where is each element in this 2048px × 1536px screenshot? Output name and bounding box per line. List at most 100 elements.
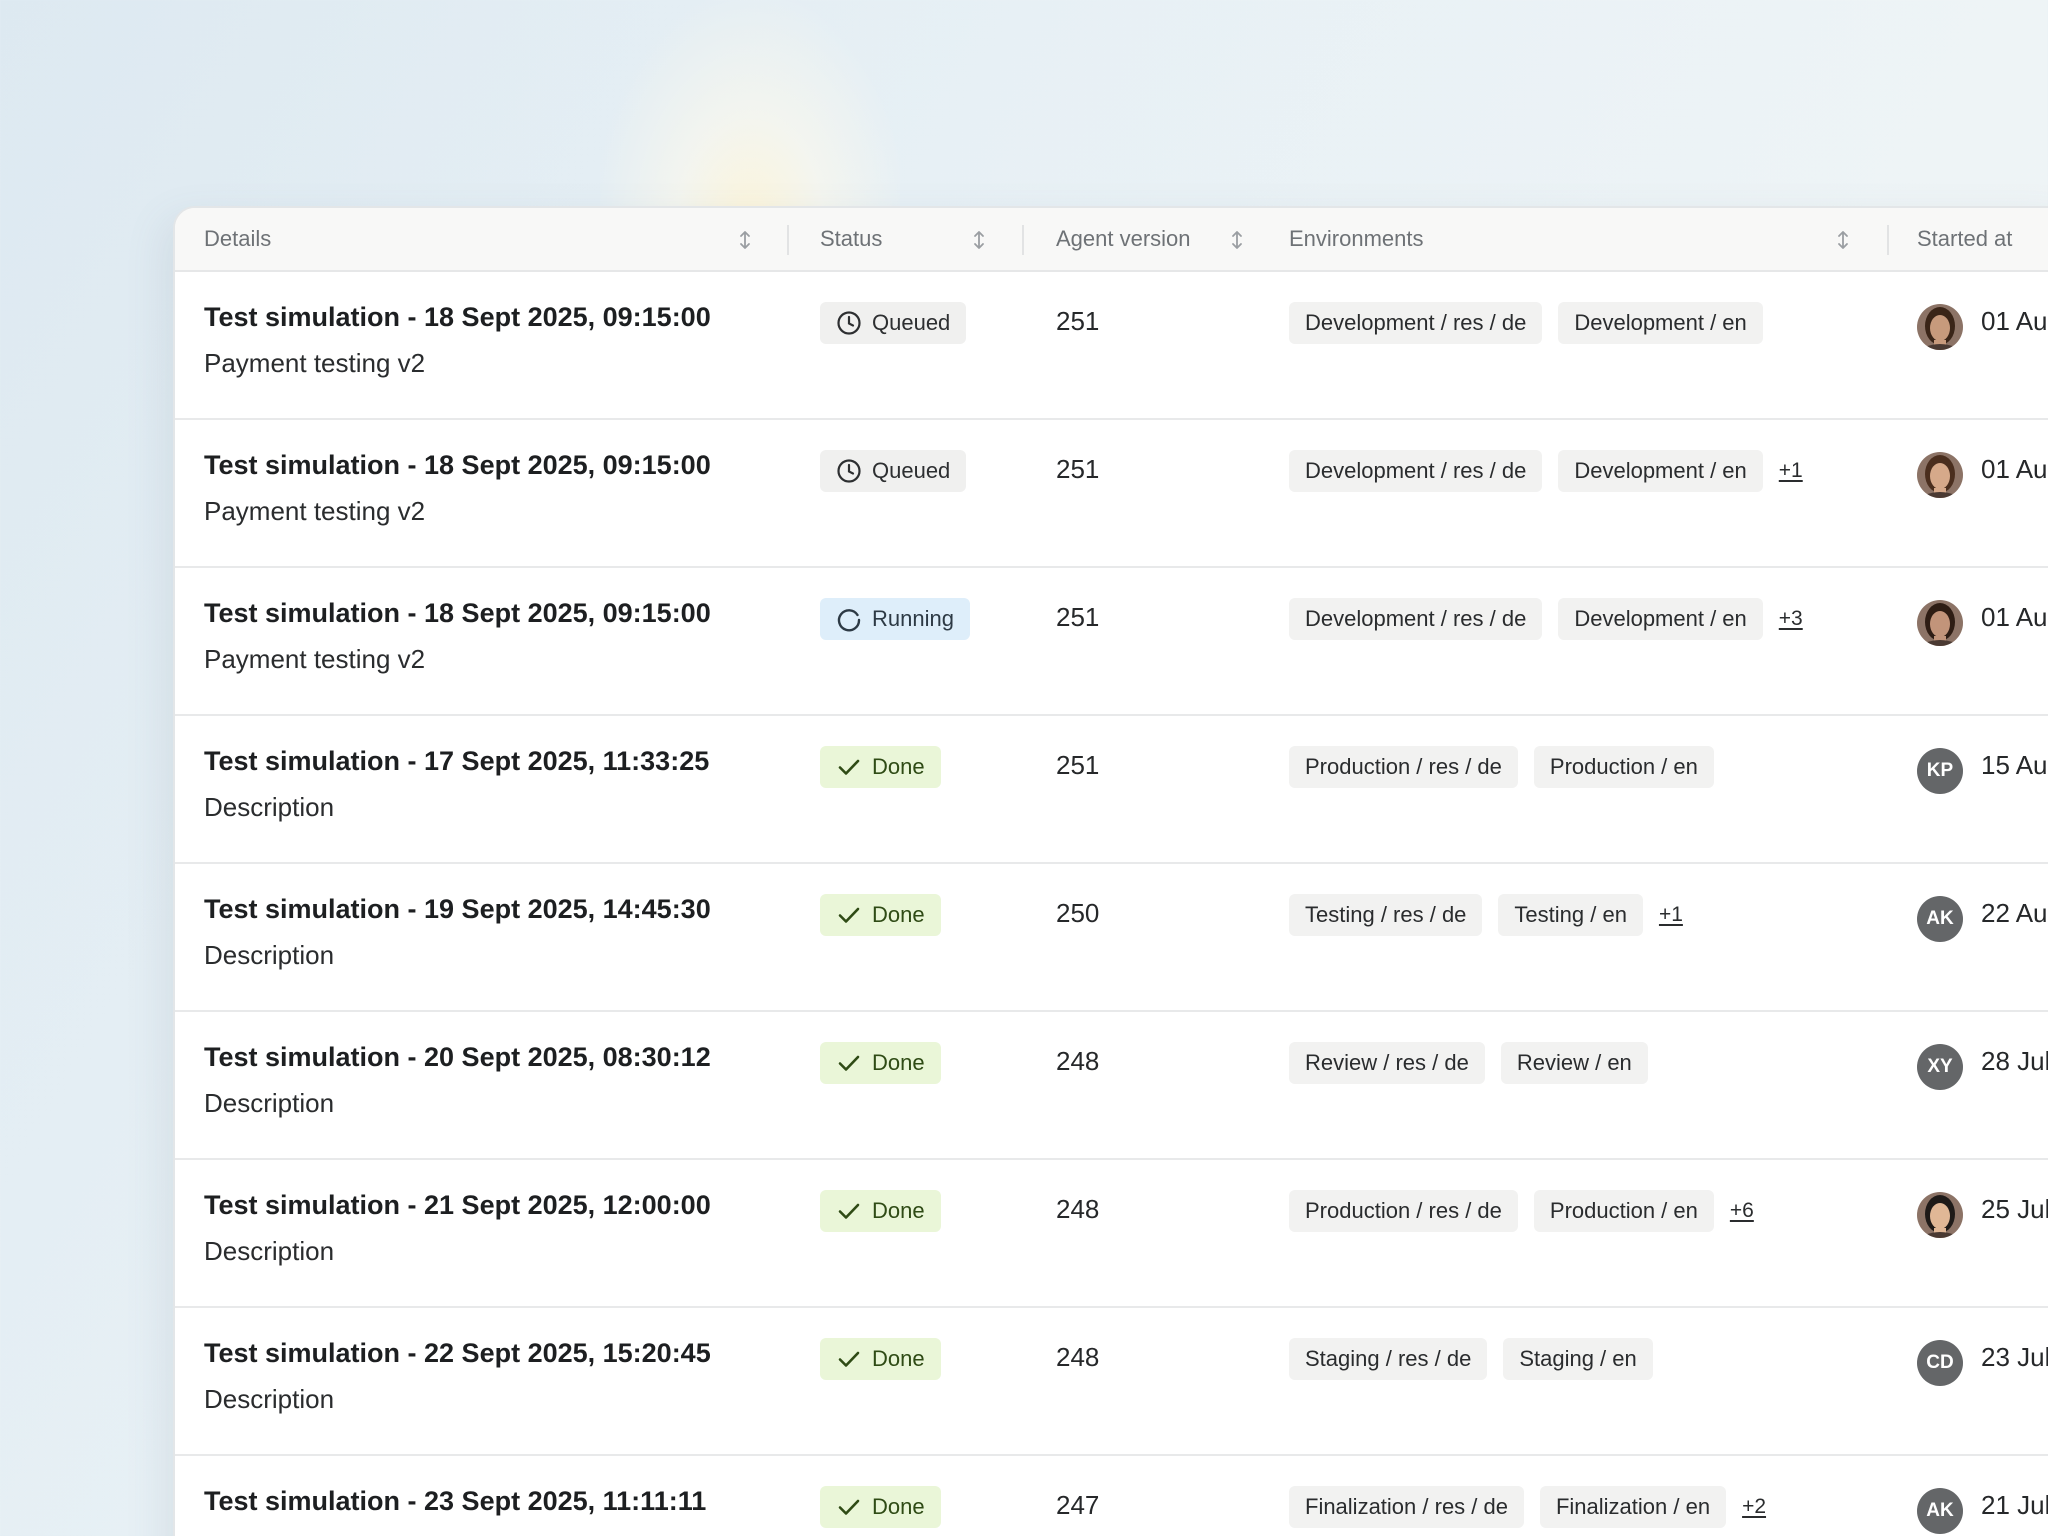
environments-list: Development / res / de Development / en +1 [1289, 450, 1869, 492]
more-environments-link[interactable]: +2 [1742, 1486, 1766, 1528]
more-environments-link[interactable]: +1 [1779, 450, 1803, 492]
agent-version: 251 [1056, 602, 1100, 632]
status-badge: Done [820, 1042, 941, 1084]
simulation-description: Description [204, 1236, 335, 1266]
agent-version: 251 [1056, 306, 1100, 336]
column-header-started-at[interactable]: Started at [1917, 208, 2012, 270]
column-header-environments[interactable]: Environments [1289, 208, 1424, 270]
started-at: 28 Jul [1981, 1046, 2048, 1076]
table-row[interactable]: Test simulation - 22 Sept 2025, 15:20:45… [175, 1308, 2048, 1456]
environments-list: Review / res / de Review / en [1289, 1042, 1869, 1084]
environments-list: Production / res / de Production / en +6 [1289, 1190, 1869, 1232]
status-label: Done [872, 902, 925, 927]
column-divider[interactable] [787, 225, 789, 255]
simulation-description: Description [204, 792, 335, 822]
agent-version: 248 [1056, 1342, 1100, 1372]
sort-arrows-icon[interactable] [1230, 230, 1244, 250]
status-badge: Running [820, 598, 970, 640]
table-row[interactable]: Test simulation - 23 Sept 2025, 11:11:11… [175, 1456, 2048, 1536]
simulation-title[interactable]: Test simulation - 18 Sept 2025, 09:15:00 [204, 302, 711, 333]
table-row[interactable]: Test simulation - 21 Sept 2025, 12:00:00… [175, 1160, 2048, 1308]
environments-list: Testing / res / de Testing / en +1 [1289, 894, 1869, 936]
environment-chip: Finalization / en [1539, 1486, 1727, 1528]
status-label: Done [872, 1494, 925, 1519]
environment-chip: Review / en [1500, 1042, 1648, 1084]
simulation-description: Description [204, 1532, 334, 1536]
simulation-title[interactable]: Test simulation - 22 Sept 2025, 15:20:45 [204, 1338, 711, 1369]
environments-list: Development / res / de Development / en +3 [1289, 598, 1869, 640]
status-badge: Done [820, 894, 941, 936]
status-badge: Queued [820, 302, 967, 344]
environment-chip: Development / res / de [1289, 302, 1543, 344]
simulation-description: Payment testing v2 [204, 496, 426, 526]
simulation-description: Payment testing v2 [204, 644, 426, 674]
status-badge: Done [820, 1190, 941, 1232]
simulation-title[interactable]: Test simulation - 17 Sept 2025, 11:33:25 [204, 746, 709, 777]
started-at: 01 Aug [1981, 602, 2048, 632]
simulation-title[interactable]: Test simulation - 19 Sept 2025, 14:45:30 [204, 894, 711, 925]
environment-chip: Testing / res / de [1289, 894, 1483, 936]
table-header: Details Status Agent version Environment… [175, 208, 2048, 272]
table-row[interactable]: Test simulation - 20 Sept 2025, 08:30:12… [175, 1012, 2048, 1160]
table-row[interactable]: Test simulation - 17 Sept 2025, 11:33:25… [175, 716, 2048, 864]
simulation-title[interactable]: Test simulation - 20 Sept 2025, 08:30:12 [204, 1042, 711, 1073]
table-row[interactable]: Test simulation - 18 Sept 2025, 09:15:00… [175, 272, 2048, 420]
status-label: Done [872, 1198, 925, 1223]
table-row[interactable]: Test simulation - 18 Sept 2025, 09:15:00… [175, 420, 2048, 568]
background-glow [600, 0, 900, 230]
avatar: KP [1917, 748, 1963, 794]
simulation-title[interactable]: Test simulation - 21 Sept 2025, 12:00:00 [204, 1190, 711, 1221]
avatar: AK [1917, 896, 1963, 942]
started-at: 22 Aug [1981, 898, 2048, 928]
environment-chip: Production / res / de [1289, 1190, 1518, 1232]
environments-list: Finalization / res / de Finalization / en… [1289, 1486, 1869, 1528]
column-divider[interactable] [1887, 225, 1889, 255]
check-icon [838, 1351, 860, 1367]
simulation-title[interactable]: Test simulation - 18 Sept 2025, 09:15:00 [204, 598, 711, 629]
environment-chip: Development / en [1558, 450, 1763, 492]
more-environments-link[interactable]: +6 [1730, 1190, 1754, 1232]
simulation-description: Description [204, 1088, 335, 1118]
environment-chip: Development / en [1558, 598, 1763, 640]
status-label: Done [872, 754, 925, 779]
status-label: Queued [872, 310, 951, 335]
simulation-title[interactable]: Test simulation - 18 Sept 2025, 09:15:00 [204, 450, 711, 481]
agent-version: 247 [1056, 1490, 1100, 1520]
status-badge: Done [820, 1338, 941, 1380]
agent-version: 251 [1056, 750, 1100, 780]
sort-arrows-icon[interactable] [972, 230, 986, 250]
agent-version: 248 [1056, 1194, 1100, 1224]
environment-chip: Staging / res / de [1289, 1338, 1488, 1380]
agent-version: 250 [1056, 898, 1100, 928]
more-environments-link[interactable]: +1 [1659, 894, 1683, 936]
column-divider[interactable] [1022, 225, 1024, 255]
environment-chip: Production / res / de [1289, 746, 1518, 788]
check-icon [838, 907, 860, 923]
table-row[interactable]: Test simulation - 19 Sept 2025, 14:45:30… [175, 864, 2048, 1012]
more-environments-link[interactable]: +3 [1779, 598, 1803, 640]
simulation-title[interactable]: Test simulation - 23 Sept 2025, 11:11:11 [204, 1486, 706, 1517]
environment-chip: Production / en [1533, 1190, 1714, 1232]
environment-chip: Development / res / de [1289, 450, 1543, 492]
agent-version: 248 [1056, 1046, 1100, 1076]
environments-list: Development / res / de Development / en [1289, 302, 1869, 344]
column-header-details[interactable]: Details [204, 208, 271, 270]
column-header-status[interactable]: Status [820, 208, 882, 270]
started-at: 01 Aug [1981, 306, 2048, 336]
clock-icon [837, 311, 861, 335]
status-label: Done [872, 1050, 925, 1075]
status-label: Queued [872, 458, 951, 483]
check-icon [838, 1499, 860, 1515]
sort-arrows-icon[interactable] [738, 230, 752, 250]
sort-arrows-icon[interactable] [1836, 230, 1850, 250]
status-badge: Done [820, 746, 941, 788]
table-row[interactable]: Test simulation - 18 Sept 2025, 09:15:00… [175, 568, 2048, 716]
started-at: 15 Aug [1981, 750, 2048, 780]
check-icon [838, 759, 860, 775]
avatar [1917, 1192, 1963, 1238]
environment-chip: Development / res / de [1289, 598, 1543, 640]
started-at: 23 Jul [1981, 1342, 2048, 1372]
column-header-agent-version[interactable]: Agent version [1056, 208, 1191, 270]
environments-list: Staging / res / de Staging / en [1289, 1338, 1869, 1380]
environment-chip: Testing / en [1498, 894, 1643, 936]
